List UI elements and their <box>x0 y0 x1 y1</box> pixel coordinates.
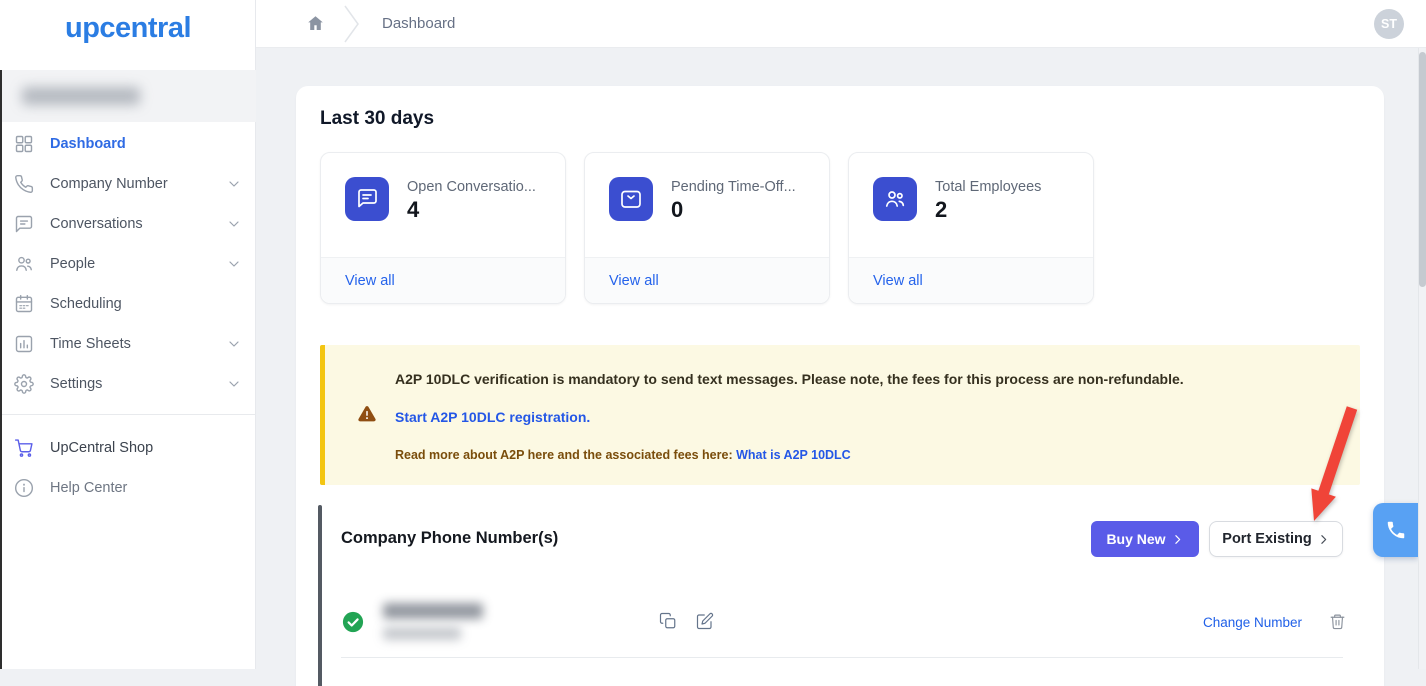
sidebar-item-company-number[interactable]: Company Number <box>0 164 256 204</box>
phone-section-title: Company Phone Number(s) <box>341 529 558 548</box>
stat-cards-row: Open Conversatio... 4 View all Pending <box>320 152 1094 304</box>
sidebar-item-label: Scheduling <box>50 296 242 312</box>
a2p-warning-text: A2P 10DLC verification is mandatory to s… <box>395 371 1335 387</box>
stat-value: 2 <box>935 197 1041 223</box>
chevron-down-icon <box>226 256 242 272</box>
sidebar-item-label: Help Center <box>50 480 242 496</box>
stat-value: 0 <box>671 197 796 223</box>
sidebar-item-dashboard[interactable]: Dashboard <box>0 124 256 164</box>
sidebar-item-people[interactable]: People <box>0 244 256 284</box>
scrollbar-track[interactable] <box>1418 48 1426 669</box>
chevron-right-icon <box>1171 533 1184 546</box>
chevron-down-icon <box>226 336 242 352</box>
breadcrumb: Dashboard <box>382 15 455 32</box>
what-is-a2p-link[interactable]: What is A2P 10DLC <box>736 448 851 462</box>
time-off-icon <box>609 177 653 221</box>
sidebar-item-label: Company Number <box>50 176 226 192</box>
chevron-down-icon <box>226 176 242 192</box>
sidebar-item-settings[interactable]: Settings <box>0 364 256 404</box>
sidebar-item-help-center[interactable]: Help Center <box>0 468 256 508</box>
stat-label: Total Employees <box>935 179 1041 195</box>
stat-value: 4 <box>407 197 536 223</box>
scrollbar-thumb[interactable] <box>1419 52 1426 287</box>
brand-logo: upcentral <box>0 12 256 45</box>
stat-card-open-conversations: Open Conversatio... 4 View all <box>320 152 566 304</box>
dashboard-panel: Last 30 days Open Conversatio... 4 View … <box>296 86 1384 686</box>
card-footer: View all <box>849 257 1093 303</box>
sidebar-item-label: UpCentral Shop <box>50 440 242 456</box>
sidebar-divider <box>0 414 256 415</box>
buy-new-button[interactable]: Buy New <box>1091 521 1199 557</box>
stat-card-pending-time-off: Pending Time-Off... 0 View all <box>584 152 830 304</box>
chevron-down-icon <box>226 216 242 232</box>
sidebar-item-label: Dashboard <box>50 136 242 152</box>
sidebar-nav: Dashboard Company Number Conversations P… <box>0 124 256 404</box>
main-area: Last 30 days Open Conversatio... 4 View … <box>256 48 1426 669</box>
redacted-phone-number <box>383 627 461 640</box>
org-name-strip <box>0 70 256 122</box>
breadcrumb-separator <box>344 4 360 44</box>
avatar[interactable]: ST <box>1374 9 1404 39</box>
warning-icon <box>357 404 377 424</box>
grid-icon <box>14 134 34 154</box>
phone-icon <box>14 174 34 194</box>
sidebar-item-label: Conversations <box>50 216 226 232</box>
employees-icon <box>873 177 917 221</box>
phone-handset-icon <box>1385 519 1407 541</box>
info-icon <box>14 478 34 498</box>
trash-icon[interactable] <box>1329 613 1346 635</box>
a2p-registration-link[interactable]: Start A2P 10DLC registration. <box>395 409 590 425</box>
sidebar-item-label: Time Sheets <box>50 336 226 352</box>
chevron-right-icon <box>1317 533 1330 546</box>
annotation-arrow <box>1292 403 1367 528</box>
sidebar-footer-nav: UpCentral Shop Help Center <box>0 428 256 508</box>
sidebar: upcentral Dashboard Company Number Conve… <box>0 0 256 669</box>
timesheet-icon <box>14 334 34 354</box>
card-footer: View all <box>585 257 829 303</box>
view-all-link[interactable]: View all <box>609 273 659 289</box>
section-accent-bar <box>318 505 322 686</box>
a2p-warning-banner: A2P 10DLC verification is mandatory to s… <box>320 345 1360 485</box>
window-edge-line <box>0 70 2 669</box>
sidebar-item-scheduling[interactable]: Scheduling <box>0 284 256 324</box>
change-number-link[interactable]: Change Number <box>1203 615 1299 630</box>
stat-label: Pending Time-Off... <box>671 179 796 195</box>
home-icon[interactable] <box>306 14 325 33</box>
a2p-read-more-text: Read more about A2P here and the associa… <box>395 448 851 462</box>
redacted-phone-name <box>383 603 483 619</box>
chat-bubble-icon <box>345 177 389 221</box>
view-all-link[interactable]: View all <box>873 273 923 289</box>
top-header: Dashboard ST <box>256 0 1426 48</box>
verified-check-icon <box>342 611 364 633</box>
port-existing-label: Port Existing <box>1222 531 1311 547</box>
sidebar-item-label: Settings <box>50 376 226 392</box>
gear-icon <box>14 374 34 394</box>
sidebar-item-time-sheets[interactable]: Time Sheets <box>0 324 256 364</box>
copy-icon[interactable] <box>659 612 677 635</box>
sidebar-item-label: People <box>50 256 226 272</box>
cart-icon <box>14 438 34 458</box>
sidebar-item-conversations[interactable]: Conversations <box>0 204 256 244</box>
edit-icon[interactable] <box>696 612 714 635</box>
a2p-read-more-prefix: Read more about A2P here and the associa… <box>395 448 736 462</box>
chevron-down-icon <box>226 376 242 392</box>
row-divider <box>341 657 1343 658</box>
redacted-company-name <box>22 87 140 105</box>
page-title: Last 30 days <box>320 108 434 130</box>
calendar-icon <box>14 294 34 314</box>
chat-icon <box>14 214 34 234</box>
view-all-link[interactable]: View all <box>345 273 395 289</box>
phone-fab-button[interactable] <box>1373 503 1418 557</box>
stat-label: Open Conversatio... <box>407 179 536 195</box>
buy-new-label: Buy New <box>1106 531 1165 547</box>
people-icon <box>14 254 34 274</box>
stat-card-total-employees: Total Employees 2 View all <box>848 152 1094 304</box>
sidebar-item-upcentral-shop[interactable]: UpCentral Shop <box>0 428 256 468</box>
card-footer: View all <box>321 257 565 303</box>
